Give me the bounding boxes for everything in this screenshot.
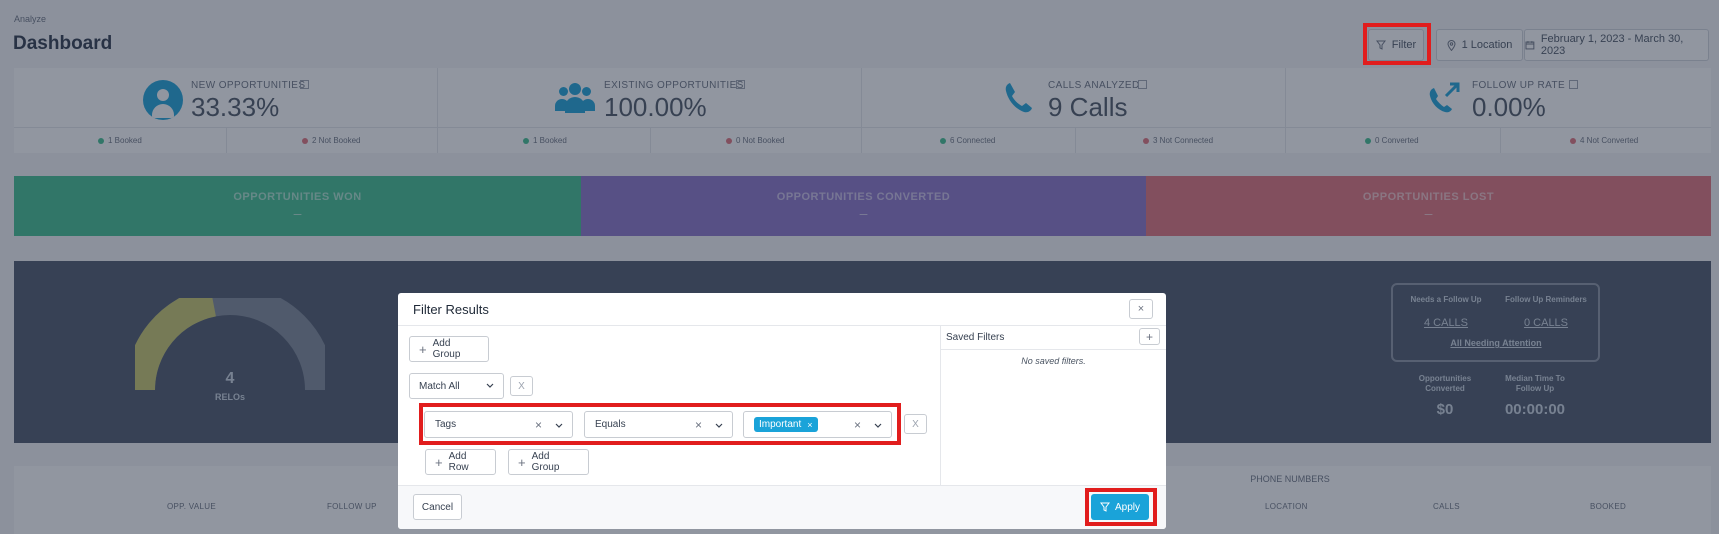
add-row-label: Add Row [448, 451, 469, 473]
add-group-button[interactable]: + Add Group [409, 336, 489, 362]
add-group-label: Add Group [432, 338, 461, 360]
match-all-value: Match All [419, 380, 460, 392]
remove-group-button[interactable]: X [510, 376, 533, 396]
cancel-label: Cancel [421, 501, 454, 513]
close-icon: × [1137, 303, 1145, 315]
add-group-button-inner[interactable]: + Add Group [508, 449, 589, 475]
plus-icon: + [435, 454, 443, 470]
plus-icon: + [419, 341, 427, 357]
modal-footer [398, 485, 1166, 529]
saved-filters-empty: No saved filters. [1021, 356, 1086, 366]
add-group-label: Add Group [531, 451, 560, 473]
cancel-button[interactable]: Cancel [413, 494, 462, 520]
modal-header-divider [398, 325, 1166, 326]
add-saved-filter-button[interactable]: + [1139, 328, 1160, 345]
highlight-filter-row [419, 403, 901, 445]
plus-icon: + [1145, 329, 1153, 344]
close-icon: X [912, 418, 919, 430]
add-row-button[interactable]: + Add Row [425, 449, 496, 475]
remove-row-button[interactable]: X [904, 414, 927, 434]
modal-close-button[interactable]: × [1129, 299, 1153, 319]
highlight-apply [1085, 488, 1157, 526]
saved-filters-divider [941, 349, 1166, 350]
modal-title: Filter Results [413, 302, 489, 317]
close-icon: X [518, 380, 525, 392]
match-all-select[interactable]: Match All [409, 373, 504, 399]
highlight-filter [1363, 23, 1431, 65]
saved-filters-title: Saved Filters [946, 332, 1005, 343]
plus-icon: + [518, 454, 526, 470]
chevron-down-icon [486, 383, 494, 388]
